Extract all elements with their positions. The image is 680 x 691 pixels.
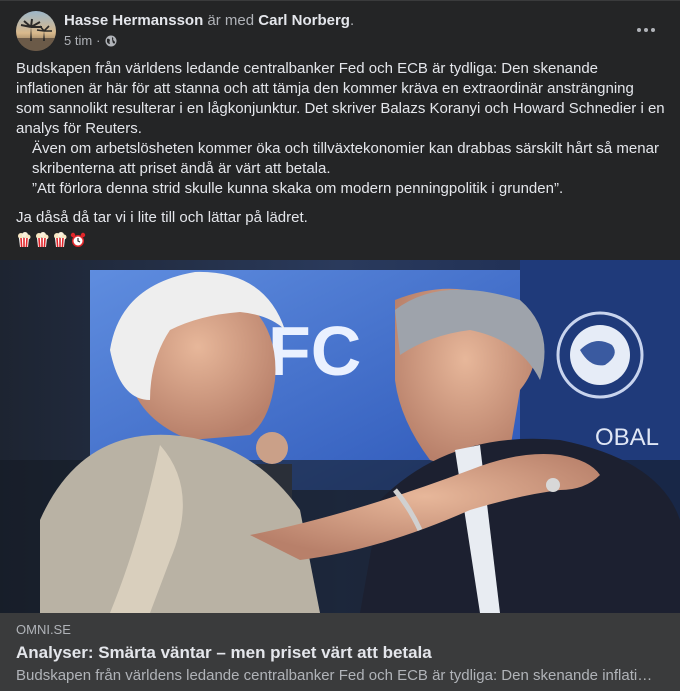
photo-right-text: OBAL — [595, 424, 659, 451]
end-punct: . — [349, 12, 355, 29]
post-body: Budskapen från världens ledande centralb… — [16, 59, 666, 250]
avatar[interactable] — [16, 11, 56, 51]
popcorn-icon — [16, 232, 32, 248]
post-paragraph: Även om arbetslösheten kommer öka och ti… — [32, 140, 659, 177]
post-header: Hasse Hermansson är med Carl Norberg. — [64, 11, 354, 31]
link-preview[interactable]: OMNI.SE Analyser: Smärta väntar – men pr… — [0, 613, 680, 691]
more-options-button[interactable] — [628, 16, 664, 44]
post-paragraph: Budskapen från världens ledande centralb… — [16, 60, 665, 137]
photo-image: FC OBAL — [0, 260, 680, 613]
author-name[interactable]: Hasse Hermansson — [64, 12, 203, 29]
more-horizontal-icon — [637, 28, 655, 32]
meta-dot: · — [96, 33, 101, 48]
alarm-clock-icon — [70, 232, 86, 248]
with-text: är med — [207, 12, 255, 29]
link-domain: OMNI.SE — [16, 622, 71, 637]
popcorn-icon — [52, 232, 68, 248]
tagged-name[interactable]: Carl Norberg — [258, 12, 350, 29]
post-paragraph: Ja dåså då tar vi i lite till och lättar… — [16, 209, 308, 226]
post-photo[interactable]: FC OBAL — [0, 260, 680, 613]
post-paragraph: ”Att förlora denna strid skulle kunna sk… — [32, 180, 564, 197]
emoji-row — [16, 230, 666, 250]
avatar-image — [16, 11, 56, 51]
post-meta: 5 tim · — [64, 33, 117, 49]
popcorn-icon — [34, 232, 50, 248]
post-time[interactable]: 5 tim — [64, 33, 92, 49]
link-title[interactable]: Analyser: Smärta väntar – men priset vär… — [16, 642, 432, 664]
globe-icon[interactable] — [105, 35, 117, 47]
link-description: Budskapen från världens ledande centralb… — [16, 667, 656, 684]
top-divider — [0, 0, 680, 1]
